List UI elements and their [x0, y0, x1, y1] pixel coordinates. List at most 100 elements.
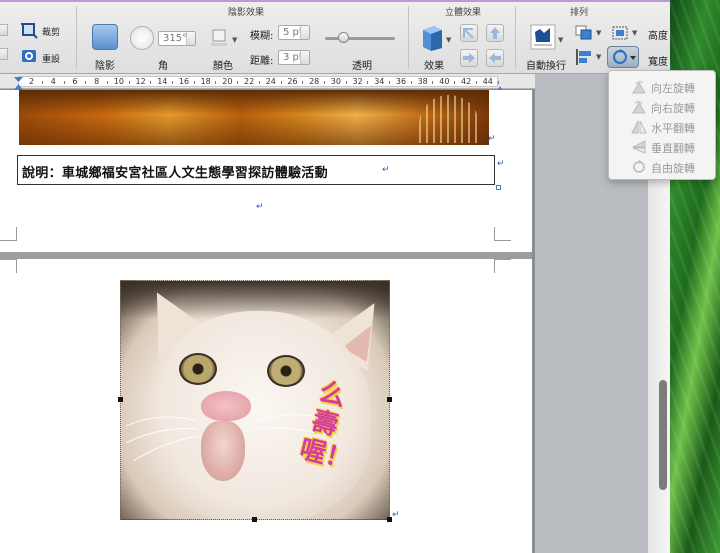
crop-label[interactable]: 裁剪	[42, 25, 60, 38]
angle-input[interactable]: 315°	[158, 31, 196, 46]
horizontal-ruler[interactable]: 2 4 6 8 10 12 14 16 18 20 22 24 26 28 30 32 34 36 38 40 42 44	[0, 74, 535, 93]
cat-meme-image[interactable]: 么壽喔！	[120, 280, 390, 520]
caption-table-cell[interactable]: 說明：車城鄉福安宮社區人文生態學習探訪體驗活動 ↵	[17, 155, 495, 185]
group-objects-icon[interactable]	[610, 24, 630, 42]
chevron-down-icon[interactable]: ▼	[446, 36, 451, 44]
rotate-dropdown-menu: 向左旋轉 向右旋轉 水平翻轉 垂直翻轉 自由旋轉	[608, 70, 716, 180]
paragraph-mark: ↵	[497, 159, 505, 169]
ruler-minor-tick	[302, 81, 304, 84]
selection-handle[interactable]	[252, 517, 257, 522]
menu-item-flip-vertical[interactable]: 垂直翻轉	[609, 137, 715, 157]
ruler-minor-tick	[150, 81, 152, 84]
ruler-minor-tick	[41, 81, 43, 84]
menu-item-label: 垂直翻轉	[651, 142, 695, 155]
ruler-minor-tick	[128, 81, 130, 84]
ruler-minor-tick	[454, 81, 456, 84]
wrap-text-label: 自動換行	[526, 61, 566, 72]
partial-button-icon[interactable]	[0, 24, 8, 36]
selection-handle[interactable]	[118, 397, 123, 402]
align-icon[interactable]	[574, 48, 594, 66]
distance-label: 距離:	[250, 56, 274, 67]
separator	[408, 6, 409, 69]
chevron-down-icon[interactable]: ▼	[596, 53, 601, 61]
ruler-minor-tick	[410, 81, 412, 84]
menu-item-label: 向左旋轉	[651, 82, 695, 95]
ruler-tick-label: 44	[482, 77, 493, 86]
reset-label[interactable]: 重設	[42, 52, 60, 65]
ruler-tick-label: 22	[244, 77, 255, 86]
crop-icon[interactable]	[20, 21, 38, 39]
paragraph-mark: ↵	[488, 134, 496, 144]
menu-item-label: 自由旋轉	[651, 162, 695, 175]
distance-input[interactable]: 3 pt	[278, 50, 310, 65]
indent-marker-icon[interactable]	[14, 75, 23, 90]
bring-forward-icon[interactable]	[574, 24, 594, 42]
ruler-tick-label: 4	[50, 77, 56, 86]
ruler-tick-label: 30	[330, 77, 341, 86]
ruler-minor-tick	[237, 81, 239, 84]
table-resize-handle[interactable]	[496, 185, 501, 190]
ruler-tick-label: 8	[94, 77, 100, 86]
transparency-slider-thumb[interactable]	[338, 32, 349, 43]
partial-button-icon[interactable]	[0, 48, 8, 60]
ruler-tick-label: 26	[287, 77, 298, 86]
ruler-minor-tick	[497, 81, 499, 84]
ruler-tick-label: 18	[200, 77, 211, 86]
ruler-minor-tick	[345, 81, 347, 84]
tilt-left-button[interactable]	[486, 49, 504, 67]
ruler-minor-tick	[323, 81, 325, 84]
ruler-tick-label: 28	[309, 77, 320, 86]
selection-handle[interactable]	[387, 397, 392, 402]
ruler-tick-label: 10	[113, 77, 124, 86]
chevron-down-icon[interactable]: ▼	[558, 36, 563, 44]
menu-item-label: 水平翻轉	[651, 122, 695, 135]
group-title-3d-effects: 立體效果	[445, 8, 482, 18]
menu-item-free-rotate[interactable]: 自由旋轉	[609, 157, 715, 177]
shadow-label: 陰影	[95, 61, 115, 72]
ruler-minor-tick	[258, 81, 260, 84]
tilt-up-button[interactable]	[486, 24, 504, 42]
effects-label: 效果	[424, 61, 444, 72]
chevron-down-icon[interactable]: ▼	[632, 29, 637, 37]
wrap-text-icon[interactable]	[530, 24, 556, 50]
flip-vertical-icon	[631, 140, 647, 154]
width-label: 寬度	[648, 57, 668, 68]
shadow-button[interactable]	[92, 24, 118, 50]
menu-item-flip-horizontal[interactable]: 水平翻轉	[609, 117, 715, 137]
ruler-tick-label: 42	[461, 77, 472, 86]
rotate-button[interactable]	[607, 46, 639, 68]
ruler-tick-label: 20	[222, 77, 233, 86]
ruler-tick-label: 32	[352, 77, 363, 86]
transparency-slider-track[interactable]	[325, 37, 395, 40]
ruler-tick-label: 16	[178, 77, 190, 86]
3d-effects-icon[interactable]	[420, 24, 444, 52]
ruler-tick-label: 6	[72, 77, 78, 86]
tilt-up-left-button[interactable]	[460, 24, 478, 42]
page-1: ↵ 說明：車城鄉福安宮社區人文生態學習探訪體驗活動 ↵ ↵ ↵	[0, 90, 532, 252]
chevron-down-icon[interactable]: ▼	[596, 29, 601, 37]
reset-picture-icon[interactable]	[20, 47, 38, 65]
tilt-right-button[interactable]	[460, 49, 478, 67]
shadow-color-icon[interactable]	[210, 28, 230, 48]
paragraph-mark: ↵	[382, 165, 390, 175]
blur-input[interactable]: 5 pt	[278, 25, 310, 40]
crop-mark	[494, 259, 511, 273]
ruler-tick-label: 34	[374, 77, 385, 86]
paragraph-mark: ↵	[256, 202, 264, 212]
separator	[76, 6, 77, 69]
menu-item-rotate-left[interactable]: 向左旋轉	[609, 77, 715, 97]
ruler-tick-label: 40	[439, 77, 450, 86]
ribbon-toolbar: 裁剪 重設 陰影效果 陰影 315° 角 ▼ 顏色 模糊: 5 pt 距離: 3…	[0, 0, 670, 74]
chevron-down-icon[interactable]: ▼	[232, 36, 237, 44]
ruler-minor-tick	[432, 81, 434, 84]
vertical-scrollbar-thumb[interactable]	[659, 380, 667, 490]
height-label: 高度	[648, 31, 668, 42]
angle-label: 角	[158, 61, 168, 72]
ruler-minor-tick	[106, 81, 108, 84]
shadow-angle-dial-icon[interactable]	[130, 26, 154, 50]
menu-item-rotate-right[interactable]: 向右旋轉	[609, 97, 715, 117]
menu-item-label: 向右旋轉	[651, 102, 695, 115]
event-photo[interactable]	[19, 90, 489, 145]
ruler-tick-label: 24	[265, 77, 276, 86]
ruler-minor-tick	[172, 81, 174, 84]
